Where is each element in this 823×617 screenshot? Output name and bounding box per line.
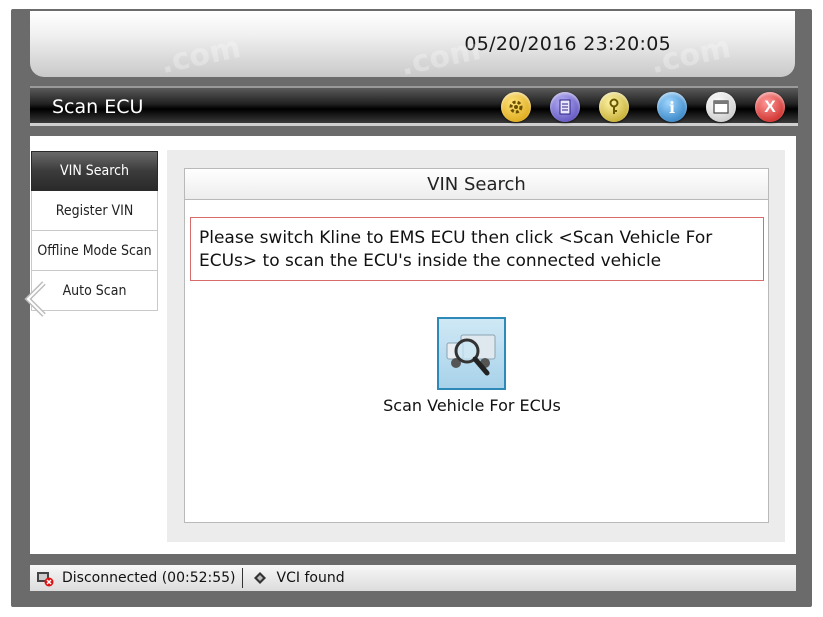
instruction-message: Please switch Kline to EMS ECU then clic… bbox=[190, 217, 764, 281]
datetime-display: 05/20/2016 23:20:05 bbox=[464, 33, 671, 55]
disconnected-icon bbox=[37, 572, 54, 587]
close-button[interactable]: X bbox=[755, 92, 785, 122]
vci-status: VCI found bbox=[276, 570, 345, 586]
window-titlebar: Scan ECU i X bbox=[30, 86, 798, 126]
magnifier-truck-icon bbox=[446, 334, 496, 376]
scan-vehicle-button[interactable] bbox=[437, 317, 506, 390]
window-title: Scan ECU bbox=[52, 96, 144, 118]
sidebar-item-offline-mode-scan[interactable]: Offline Mode Scan bbox=[31, 231, 158, 271]
status-divider bbox=[241, 568, 243, 588]
status-bar: Disconnected (00:52:55) VCI found bbox=[30, 565, 796, 591]
sidebar-item-register-vin[interactable]: Register VIN bbox=[31, 191, 158, 231]
sidebar-item-vin-search[interactable]: VIN Search bbox=[31, 151, 158, 191]
back-arrow-icon[interactable] bbox=[22, 279, 52, 319]
panel-title: VIN Search bbox=[184, 168, 769, 200]
document-button[interactable] bbox=[550, 92, 580, 122]
key-icon bbox=[609, 98, 619, 114]
info-button[interactable]: i bbox=[657, 92, 687, 122]
top-header-bar: 05/20/2016 23:20:05 bbox=[30, 11, 795, 77]
close-icon: X bbox=[764, 97, 776, 116]
window-icon bbox=[713, 100, 729, 114]
connection-status: Disconnected (00:52:55) bbox=[62, 570, 236, 586]
vci-device-icon bbox=[253, 572, 266, 584]
info-icon: i bbox=[668, 97, 676, 117]
scan-vehicle-label: Scan Vehicle For ECUs bbox=[383, 396, 561, 415]
document-icon bbox=[559, 99, 571, 115]
settings-gear-button[interactable] bbox=[501, 92, 531, 122]
key-button[interactable] bbox=[599, 92, 629, 122]
settings-gear-icon bbox=[509, 100, 523, 114]
window-button[interactable] bbox=[706, 92, 736, 122]
